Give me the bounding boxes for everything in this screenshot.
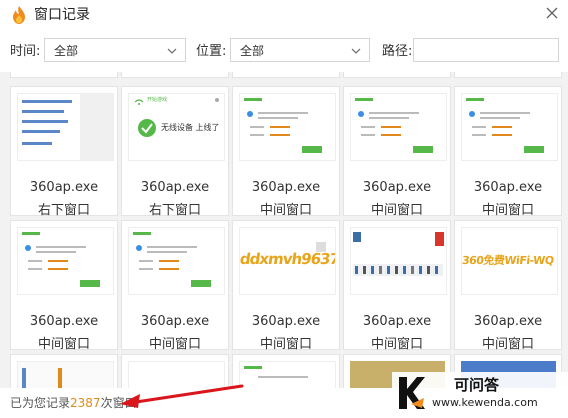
window-title: 窗口记录 <box>34 7 90 23</box>
watermark: 可问答 www.kewenda.com <box>392 372 568 416</box>
thumbnail-captcha-image <box>351 228 446 294</box>
thumbnail-image <box>22 368 62 388</box>
status-prefix: 已为您记录 <box>10 396 71 410</box>
red-arrow-icon <box>120 384 244 408</box>
window-card[interactable]: 360ap.exe 中间窗口 <box>232 86 340 218</box>
process-name: 360ap.exe <box>140 314 210 329</box>
captcha-thumbnail <box>350 227 447 295</box>
process-name: 360ap.exe <box>362 180 432 195</box>
k-logo-icon <box>399 377 425 409</box>
thumbnail-list-image <box>18 94 113 160</box>
window-type: 中间窗口 <box>148 337 201 352</box>
location-select-value: 全部 <box>240 44 265 58</box>
dialog-thumbnail <box>239 93 336 161</box>
window-card[interactable]: 360ap.exe 中间窗口 <box>343 220 451 352</box>
partial-card[interactable] <box>10 354 118 388</box>
partial-card[interactable] <box>232 354 340 388</box>
watermark-url: www.kewenda.com <box>432 396 538 409</box>
window-type: 中间窗口 <box>370 203 423 218</box>
partial-card[interactable] <box>454 72 562 78</box>
dialog-thumbnail <box>128 227 225 295</box>
window-card[interactable]: 360ap.exe 中间窗口 <box>121 220 229 352</box>
window-type: 中间窗口 <box>37 337 90 352</box>
time-label: 时间: <box>10 44 41 59</box>
process-name: 360ap.exe <box>473 180 543 195</box>
window-type: 中间窗口 <box>259 203 312 218</box>
filter-bar: 时间: 全部 位置: 全部 路径: <box>0 36 568 68</box>
dialog-thumbnail <box>17 227 114 295</box>
thumbnail-text: 无线设备 上线了 <box>161 123 220 132</box>
process-name: 360ap.exe <box>251 180 321 195</box>
chevron-down-icon <box>167 48 177 54</box>
captcha-text: ddxmvh9637 <box>239 250 336 268</box>
window-card[interactable]: 360ap.exe 中间窗口 <box>343 86 451 218</box>
window-card[interactable]: 360ap.exe 中间窗口 <box>10 220 118 352</box>
window-card[interactable]: ddxmvh9637 360ap.exe 中间窗口 <box>232 220 340 352</box>
process-name: 360ap.exe <box>140 180 210 195</box>
location-label: 位置: <box>196 44 227 59</box>
window-type: 右下窗口 <box>148 203 201 218</box>
record-count: 2387 <box>70 396 101 410</box>
partial-card[interactable] <box>232 72 340 78</box>
flame-logo-icon <box>13 6 25 24</box>
thumbnail-dialog-image <box>18 228 113 294</box>
process-name: 360ap.exe <box>251 314 321 329</box>
window-type: 右下窗口 <box>37 203 90 218</box>
thumbnail-dialog-image <box>351 94 446 160</box>
process-name: 360ap.exe <box>362 314 432 329</box>
partial-thumbnail <box>239 361 336 388</box>
partial-thumbnail <box>17 361 114 388</box>
window-card[interactable]: 360ap.exe 中间窗口 <box>454 86 562 218</box>
thumbnail-dialog-image <box>129 228 224 294</box>
path-label: 路径: <box>382 44 413 59</box>
process-name: 360ap.exe <box>29 314 99 329</box>
dialog-thumbnail <box>350 93 447 161</box>
chevron-down-icon <box>351 48 361 54</box>
partial-card[interactable] <box>121 72 229 78</box>
process-name: 360ap.exe <box>473 314 543 329</box>
window-grid[interactable]: 360ap.exe 右下窗口 开始游戏 无线设备 上线了 360ap.exe 右… <box>0 72 568 388</box>
partial-card[interactable] <box>121 354 229 388</box>
list-thumbnail <box>17 93 114 161</box>
partial-card[interactable] <box>10 72 118 78</box>
captcha-thumbnail: ddxmvh9637 <box>239 227 336 295</box>
connected-thumbnail: 开始游戏 无线设备 上线了 <box>128 93 225 161</box>
thumbnail-header: 开始游戏 <box>147 97 168 103</box>
window-type: 中间窗口 <box>259 337 312 352</box>
process-name: 360ap.exe <box>29 180 99 195</box>
location-select[interactable]: 全部 <box>230 38 370 62</box>
thumbnail-image <box>244 366 308 378</box>
captcha-text: 360免费WiFi-WQ <box>461 254 555 267</box>
title-bar: 窗口记录 <box>0 0 568 30</box>
window-card[interactable]: 360免费WiFi-WQ 360ap.exe 中间窗口 <box>454 220 562 352</box>
thumbnail-dialog-image <box>462 94 557 160</box>
window-type: 中间窗口 <box>481 203 534 218</box>
path-input[interactable] <box>413 38 559 62</box>
window-type: 中间窗口 <box>370 337 423 352</box>
time-select[interactable]: 全部 <box>44 38 186 62</box>
window-type: 中间窗口 <box>481 337 534 352</box>
close-icon[interactable] <box>542 3 562 23</box>
captcha-thumbnail: 360免费WiFi-WQ <box>461 227 558 295</box>
dialog-thumbnail <box>461 93 558 161</box>
partial-card[interactable] <box>343 72 451 78</box>
time-select-value: 全部 <box>54 44 79 58</box>
thumbnail-dialog-image <box>240 94 335 160</box>
window-card[interactable]: 360ap.exe 右下窗口 <box>10 86 118 218</box>
watermark-name: 可问答 <box>454 376 500 394</box>
window-card[interactable]: 开始游戏 无线设备 上线了 360ap.exe 右下窗口 <box>121 86 229 218</box>
